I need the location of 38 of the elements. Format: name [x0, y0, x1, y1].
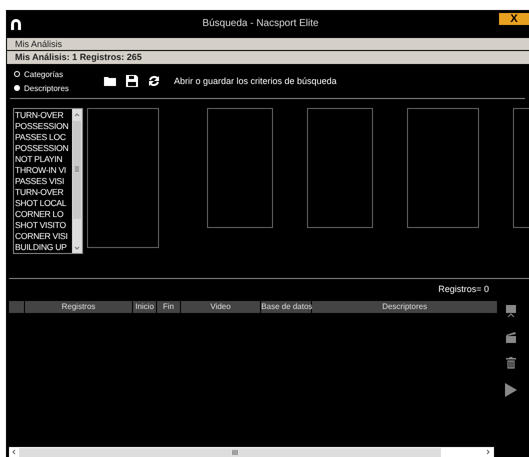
summary-bar: Mis Análisis: 1 Registros: 265: [7, 51, 529, 64]
radio-option[interactable]: Descriptores: [14, 84, 98, 92]
horizontal-scrollbar-icon[interactable]: [9, 447, 494, 457]
list-item[interactable]: SHOT VISITO: [15, 220, 72, 231]
list-item[interactable]: POSSESSION: [15, 121, 72, 132]
radio-option[interactable]: Categorías: [14, 70, 98, 78]
clapperboard-icon[interactable]: [505, 331, 517, 343]
column-header[interactable]: Video: [180, 301, 260, 313]
list-item[interactable]: POSSESSION: [15, 143, 72, 154]
folder-icon[interactable]: [104, 76, 116, 86]
save-icon[interactable]: [126, 75, 138, 87]
toolbar-hint: Abrir o guardar los criterios de búsqueda: [174, 76, 337, 86]
play-icon[interactable]: [505, 383, 517, 397]
window-title: Búsqueda - Nacsport Elite: [201, 18, 320, 29]
category-list[interactable]: TURN-OVER POSSESSION PASSES LOC POSSESSION NOT PLAYIN THROW-IN VI PASSES VISI TURN-OVER SHOT LOCAL CORNER LO SHOT VISITO CORNER VISI BUILDING UP: [13, 108, 83, 254]
list-item[interactable]: CORNER LO: [15, 209, 72, 220]
column-header[interactable]: Inicio: [133, 301, 156, 313]
list-item[interactable]: TURN-OVER: [15, 110, 72, 121]
monitor-icon[interactable]: [505, 305, 517, 317]
list-item[interactable]: THROW-IN VI: [15, 165, 72, 176]
list-item[interactable]: BUILDING UP: [15, 242, 72, 253]
analysis-bar[interactable]: Mis Análisis: [7, 38, 529, 50]
list-item[interactable]: PASSES VISI: [15, 176, 72, 187]
refresh-icon[interactable]: [148, 75, 160, 87]
list-item[interactable]: NOT PLAYIN: [15, 154, 72, 165]
close-button[interactable]: X: [499, 13, 529, 25]
records-count: Registros= 0: [438, 284, 489, 294]
list-item[interactable]: PASSES LOC: [15, 132, 72, 143]
list-item[interactable]: TURN-OVER: [15, 187, 72, 198]
scrollbar-icon[interactable]: [72, 109, 82, 253]
app-logo-icon: [10, 18, 22, 30]
trash-icon[interactable]: [506, 357, 516, 369]
column-header[interactable]: Descriptores: [312, 301, 497, 313]
column-header[interactable]: Registros: [24, 301, 132, 313]
list-item[interactable]: SHOT LOCAL: [15, 198, 72, 209]
list-item[interactable]: CORNER VISI: [15, 231, 72, 242]
column-header[interactable]: Fin: [156, 301, 180, 313]
column-header[interactable]: Base de datos: [261, 301, 312, 313]
